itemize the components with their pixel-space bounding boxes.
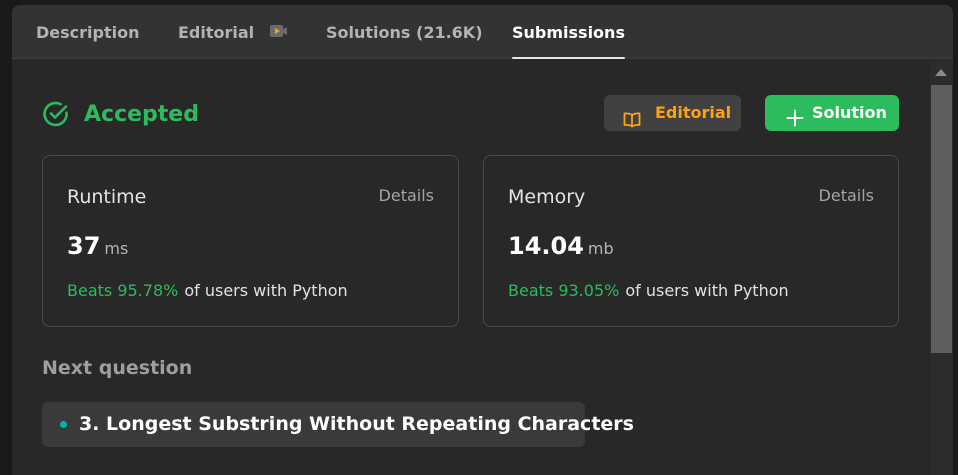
runtime-unit: ms — [104, 239, 129, 258]
scrollbar[interactable] — [930, 60, 953, 475]
editorial-button[interactable]: Editorial — [604, 95, 741, 131]
memory-beats: Beats 93.05% of users with Python — [508, 281, 789, 300]
tab-bar: Description Editorial Solutions (21.6K) … — [12, 5, 953, 59]
tab-label: Solutions (21.6K) — [326, 23, 483, 42]
next-question-title: 3. Longest Substring Without Repeating C… — [79, 413, 634, 435]
memory-title: Memory — [508, 186, 586, 208]
runtime-details-link[interactable]: Details — [379, 186, 434, 205]
memory-beats-percent: Beats 93.05% — [508, 281, 620, 300]
tab-label: Submissions — [512, 23, 625, 42]
runtime-title: Runtime — [67, 186, 147, 208]
runtime-number: 37 — [67, 232, 101, 260]
submission-panel: Description Editorial Solutions (21.6K) … — [12, 5, 953, 475]
tab-description[interactable]: Description — [36, 5, 139, 59]
status-accepted: Accepted — [84, 102, 199, 127]
plus-icon — [786, 104, 804, 140]
scroll-up-arrow-icon[interactable] — [935, 69, 947, 76]
scrollbar-thumb[interactable] — [931, 85, 952, 353]
runtime-value: 37 ms — [67, 232, 128, 260]
memory-value: 14.04 mb — [508, 232, 614, 260]
difficulty-dot-icon — [60, 421, 67, 428]
solution-button-label: Solution — [812, 103, 887, 122]
runtime-beats-percent: Beats 95.78% — [67, 281, 179, 300]
tab-label: Editorial — [178, 23, 255, 42]
tab-submissions[interactable]: Submissions — [512, 5, 625, 59]
runtime-beats: Beats 95.78% of users with Python — [67, 281, 348, 300]
check-circle-icon — [42, 100, 70, 132]
memory-unit: mb — [587, 239, 614, 258]
memory-beats-text: of users with Python — [625, 281, 789, 300]
memory-details-link[interactable]: Details — [819, 186, 874, 205]
next-question-heading: Next question — [42, 357, 193, 379]
tab-editorial[interactable]: Editorial — [178, 5, 288, 59]
editorial-button-label: Editorial — [655, 103, 732, 122]
memory-number: 14.04 — [508, 232, 584, 260]
next-question-link[interactable]: 3. Longest Substring Without Repeating C… — [42, 402, 634, 447]
book-icon — [623, 105, 641, 141]
runtime-card: Runtime Details 37 ms Beats 95.78% of user… — [42, 155, 459, 327]
tab-label: Description — [36, 23, 140, 42]
runtime-beats-text: of users with Python — [184, 281, 348, 300]
video-icon — [269, 5, 288, 60]
tab-solutions[interactable]: Solutions (21.6K) — [326, 5, 483, 59]
add-solution-button[interactable]: Solution — [765, 95, 899, 131]
memory-card: Memory Details 14.04 mb Beats 93.05% of us… — [483, 155, 899, 327]
